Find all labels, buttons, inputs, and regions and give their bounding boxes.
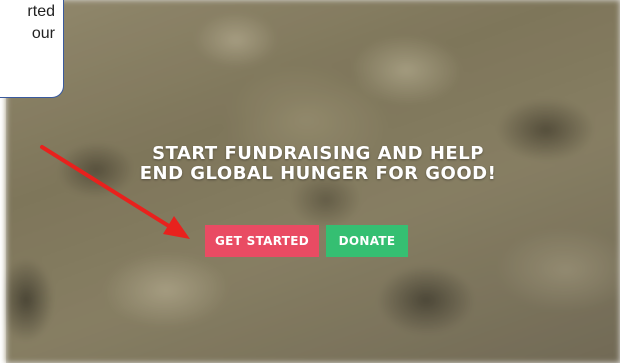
get-started-button[interactable]: GET STARTED xyxy=(205,225,319,257)
callout-text-line1: rted xyxy=(27,3,55,20)
donate-button[interactable]: DONATE xyxy=(326,225,408,257)
page: START FUNDRAISING AND HELP END GLOBAL HU… xyxy=(0,0,620,363)
hero-headline-line1: START FUNDRAISING AND HELP xyxy=(152,143,484,164)
hero-headline-line2: END GLOBAL HUNGER FOR GOOD! xyxy=(139,163,497,184)
callout-text-line2: our xyxy=(31,25,55,42)
annotation-callout: rted our xyxy=(0,0,64,98)
